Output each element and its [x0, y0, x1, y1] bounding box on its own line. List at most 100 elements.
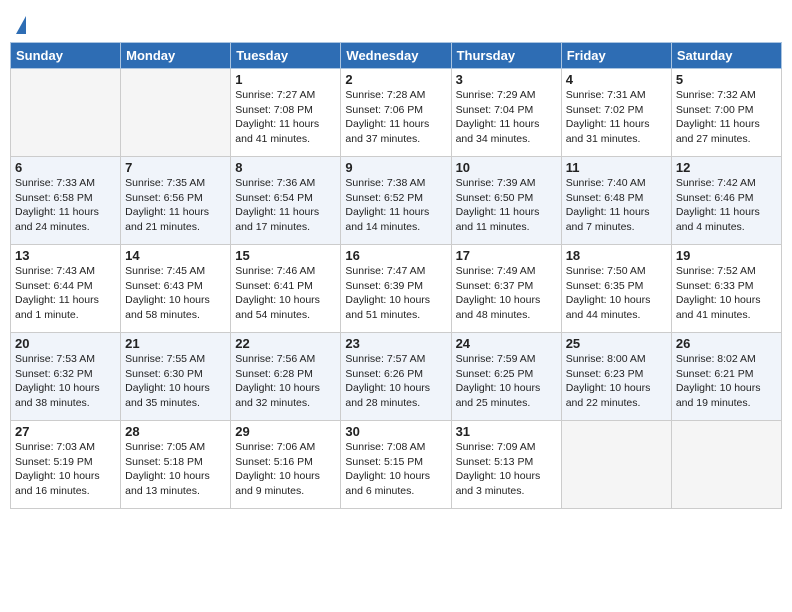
day-info: Sunrise: 7:36 AMSunset: 6:54 PMDaylight:…	[235, 176, 336, 235]
calendar-cell: 30Sunrise: 7:08 AMSunset: 5:15 PMDayligh…	[341, 421, 451, 509]
day-info: Sunrise: 8:02 AMSunset: 6:21 PMDaylight:…	[676, 352, 777, 411]
calendar-cell	[671, 421, 781, 509]
calendar-cell: 2Sunrise: 7:28 AMSunset: 7:06 PMDaylight…	[341, 69, 451, 157]
day-number: 20	[15, 336, 116, 351]
day-info: Sunrise: 8:00 AMSunset: 6:23 PMDaylight:…	[566, 352, 667, 411]
calendar-cell: 3Sunrise: 7:29 AMSunset: 7:04 PMDaylight…	[451, 69, 561, 157]
day-info: Sunrise: 7:46 AMSunset: 6:41 PMDaylight:…	[235, 264, 336, 323]
calendar-cell: 1Sunrise: 7:27 AMSunset: 7:08 PMDaylight…	[231, 69, 341, 157]
calendar-cell: 16Sunrise: 7:47 AMSunset: 6:39 PMDayligh…	[341, 245, 451, 333]
day-info: Sunrise: 7:47 AMSunset: 6:39 PMDaylight:…	[345, 264, 446, 323]
day-info: Sunrise: 7:32 AMSunset: 7:00 PMDaylight:…	[676, 88, 777, 147]
calendar-cell: 28Sunrise: 7:05 AMSunset: 5:18 PMDayligh…	[121, 421, 231, 509]
day-number: 31	[456, 424, 557, 439]
day-info: Sunrise: 7:53 AMSunset: 6:32 PMDaylight:…	[15, 352, 116, 411]
day-info: Sunrise: 7:42 AMSunset: 6:46 PMDaylight:…	[676, 176, 777, 235]
day-info: Sunrise: 7:29 AMSunset: 7:04 PMDaylight:…	[456, 88, 557, 147]
calendar-cell: 23Sunrise: 7:57 AMSunset: 6:26 PMDayligh…	[341, 333, 451, 421]
logo	[14, 16, 26, 34]
calendar-cell	[561, 421, 671, 509]
calendar-cell: 9Sunrise: 7:38 AMSunset: 6:52 PMDaylight…	[341, 157, 451, 245]
calendar-cell: 13Sunrise: 7:43 AMSunset: 6:44 PMDayligh…	[11, 245, 121, 333]
calendar-cell: 20Sunrise: 7:53 AMSunset: 6:32 PMDayligh…	[11, 333, 121, 421]
day-number: 24	[456, 336, 557, 351]
page-header	[10, 10, 782, 34]
calendar-cell: 31Sunrise: 7:09 AMSunset: 5:13 PMDayligh…	[451, 421, 561, 509]
day-number: 21	[125, 336, 226, 351]
calendar-cell: 29Sunrise: 7:06 AMSunset: 5:16 PMDayligh…	[231, 421, 341, 509]
day-info: Sunrise: 7:50 AMSunset: 6:35 PMDaylight:…	[566, 264, 667, 323]
calendar-table: SundayMondayTuesdayWednesdayThursdayFrid…	[10, 42, 782, 509]
day-info: Sunrise: 7:45 AMSunset: 6:43 PMDaylight:…	[125, 264, 226, 323]
day-info: Sunrise: 7:06 AMSunset: 5:16 PMDaylight:…	[235, 440, 336, 499]
calendar-cell	[121, 69, 231, 157]
calendar-cell: 11Sunrise: 7:40 AMSunset: 6:48 PMDayligh…	[561, 157, 671, 245]
calendar-cell	[11, 69, 121, 157]
day-number: 25	[566, 336, 667, 351]
day-info: Sunrise: 7:09 AMSunset: 5:13 PMDaylight:…	[456, 440, 557, 499]
day-info: Sunrise: 7:52 AMSunset: 6:33 PMDaylight:…	[676, 264, 777, 323]
calendar-cell: 17Sunrise: 7:49 AMSunset: 6:37 PMDayligh…	[451, 245, 561, 333]
day-number: 27	[15, 424, 116, 439]
day-number: 5	[676, 72, 777, 87]
calendar-cell: 19Sunrise: 7:52 AMSunset: 6:33 PMDayligh…	[671, 245, 781, 333]
day-info: Sunrise: 7:38 AMSunset: 6:52 PMDaylight:…	[345, 176, 446, 235]
week-row-1: 1Sunrise: 7:27 AMSunset: 7:08 PMDaylight…	[11, 69, 782, 157]
day-info: Sunrise: 7:56 AMSunset: 6:28 PMDaylight:…	[235, 352, 336, 411]
day-info: Sunrise: 7:28 AMSunset: 7:06 PMDaylight:…	[345, 88, 446, 147]
day-number: 9	[345, 160, 446, 175]
calendar-cell: 15Sunrise: 7:46 AMSunset: 6:41 PMDayligh…	[231, 245, 341, 333]
day-number: 1	[235, 72, 336, 87]
day-number: 19	[676, 248, 777, 263]
calendar-cell: 21Sunrise: 7:55 AMSunset: 6:30 PMDayligh…	[121, 333, 231, 421]
calendar-cell: 12Sunrise: 7:42 AMSunset: 6:46 PMDayligh…	[671, 157, 781, 245]
day-info: Sunrise: 7:08 AMSunset: 5:15 PMDaylight:…	[345, 440, 446, 499]
calendar-cell: 5Sunrise: 7:32 AMSunset: 7:00 PMDaylight…	[671, 69, 781, 157]
day-info: Sunrise: 7:59 AMSunset: 6:25 PMDaylight:…	[456, 352, 557, 411]
weekday-header-wednesday: Wednesday	[341, 43, 451, 69]
weekday-header-thursday: Thursday	[451, 43, 561, 69]
logo-icon	[16, 16, 26, 34]
day-number: 6	[15, 160, 116, 175]
calendar-cell: 24Sunrise: 7:59 AMSunset: 6:25 PMDayligh…	[451, 333, 561, 421]
day-info: Sunrise: 7:39 AMSunset: 6:50 PMDaylight:…	[456, 176, 557, 235]
day-number: 7	[125, 160, 226, 175]
day-number: 16	[345, 248, 446, 263]
week-row-3: 13Sunrise: 7:43 AMSunset: 6:44 PMDayligh…	[11, 245, 782, 333]
weekday-header-tuesday: Tuesday	[231, 43, 341, 69]
calendar-cell: 14Sunrise: 7:45 AMSunset: 6:43 PMDayligh…	[121, 245, 231, 333]
calendar-cell: 18Sunrise: 7:50 AMSunset: 6:35 PMDayligh…	[561, 245, 671, 333]
day-info: Sunrise: 7:57 AMSunset: 6:26 PMDaylight:…	[345, 352, 446, 411]
day-number: 17	[456, 248, 557, 263]
calendar-cell: 10Sunrise: 7:39 AMSunset: 6:50 PMDayligh…	[451, 157, 561, 245]
day-info: Sunrise: 7:31 AMSunset: 7:02 PMDaylight:…	[566, 88, 667, 147]
day-number: 15	[235, 248, 336, 263]
calendar-cell: 22Sunrise: 7:56 AMSunset: 6:28 PMDayligh…	[231, 333, 341, 421]
day-number: 3	[456, 72, 557, 87]
weekday-header-monday: Monday	[121, 43, 231, 69]
week-row-2: 6Sunrise: 7:33 AMSunset: 6:58 PMDaylight…	[11, 157, 782, 245]
weekday-header-sunday: Sunday	[11, 43, 121, 69]
day-info: Sunrise: 7:33 AMSunset: 6:58 PMDaylight:…	[15, 176, 116, 235]
day-info: Sunrise: 7:40 AMSunset: 6:48 PMDaylight:…	[566, 176, 667, 235]
day-number: 14	[125, 248, 226, 263]
week-row-4: 20Sunrise: 7:53 AMSunset: 6:32 PMDayligh…	[11, 333, 782, 421]
calendar-cell: 25Sunrise: 8:00 AMSunset: 6:23 PMDayligh…	[561, 333, 671, 421]
weekday-header-friday: Friday	[561, 43, 671, 69]
day-number: 26	[676, 336, 777, 351]
day-number: 29	[235, 424, 336, 439]
day-number: 22	[235, 336, 336, 351]
day-number: 28	[125, 424, 226, 439]
day-number: 23	[345, 336, 446, 351]
day-info: Sunrise: 7:05 AMSunset: 5:18 PMDaylight:…	[125, 440, 226, 499]
day-info: Sunrise: 7:49 AMSunset: 6:37 PMDaylight:…	[456, 264, 557, 323]
weekday-header-row: SundayMondayTuesdayWednesdayThursdayFrid…	[11, 43, 782, 69]
calendar-cell: 26Sunrise: 8:02 AMSunset: 6:21 PMDayligh…	[671, 333, 781, 421]
day-number: 18	[566, 248, 667, 263]
day-number: 11	[566, 160, 667, 175]
calendar-cell: 8Sunrise: 7:36 AMSunset: 6:54 PMDaylight…	[231, 157, 341, 245]
day-number: 13	[15, 248, 116, 263]
day-info: Sunrise: 7:55 AMSunset: 6:30 PMDaylight:…	[125, 352, 226, 411]
day-number: 30	[345, 424, 446, 439]
week-row-5: 27Sunrise: 7:03 AMSunset: 5:19 PMDayligh…	[11, 421, 782, 509]
